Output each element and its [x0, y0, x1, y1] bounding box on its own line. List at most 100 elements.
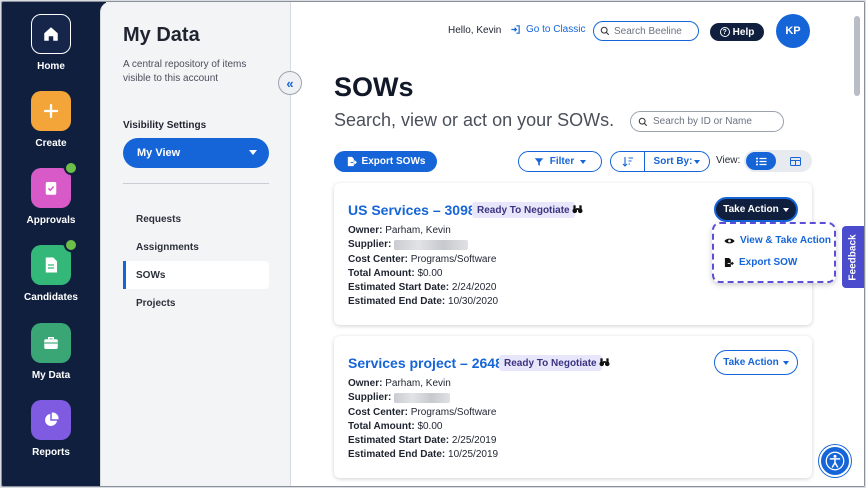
- rail-item-home[interactable]: Home: [2, 14, 100, 72]
- sidebar-item-requests[interactable]: Requests: [123, 205, 269, 233]
- global-search-input[interactable]: [614, 25, 694, 37]
- rail-item-approvals[interactable]: Approvals: [2, 161, 100, 226]
- take-action-label: Take Action: [723, 357, 779, 368]
- supplier-redacted: [394, 392, 451, 403]
- feedback-label: Feedback: [847, 233, 859, 281]
- collapse-sidebar-button[interactable]: «: [278, 71, 302, 95]
- sidebar-description: A central repository of items visible to…: [123, 59, 247, 84]
- sidebar-nav: Requests Assignments SOWs Projects: [123, 205, 269, 317]
- list-view-button[interactable]: [746, 152, 776, 170]
- supplier-label: Supplier:: [348, 392, 392, 404]
- menu-item-view-take-action[interactable]: View & Take Action: [724, 235, 831, 246]
- sort-by-button[interactable]: Sort By:: [645, 152, 709, 171]
- chevron-down-icon: [782, 360, 789, 365]
- sign-in-icon: [511, 25, 520, 34]
- start-date-label: Estimated Start Date:: [348, 282, 450, 294]
- cost-center-value: Programs/Software: [410, 253, 497, 265]
- sidebar-title: My Data: [123, 24, 200, 46]
- binoculars-icon[interactable]: [572, 204, 583, 217]
- rail-item-create[interactable]: Create: [2, 91, 100, 149]
- end-date-value: 10/25/2019: [448, 449, 499, 461]
- sow-card: Services project – 2648 Ready To Negotia…: [334, 336, 812, 478]
- page-title: SOWs: [334, 72, 414, 102]
- briefcase-icon: [31, 323, 71, 363]
- avatar[interactable]: KP: [776, 14, 810, 48]
- export-sows-button[interactable]: Export SOWs: [334, 151, 437, 172]
- rail-label-home: Home: [37, 61, 65, 72]
- sow-details: Owner: Parham, Kevin Supplier: Cost Cent…: [348, 224, 498, 310]
- sidebar-item-sows[interactable]: SOWs: [123, 261, 269, 289]
- visibility-select-value: My View: [137, 147, 181, 159]
- end-date-label: Estimated End Date:: [348, 296, 446, 308]
- export-sows-label: Export SOWs: [361, 156, 426, 167]
- owner-label: Owner:: [348, 225, 383, 236]
- cost-center-label: Cost Center:: [348, 253, 409, 265]
- cost-center-value: Programs/Software: [410, 406, 497, 418]
- sort-controls: Sort By:: [610, 151, 710, 172]
- go-to-classic-link[interactable]: Go to Classic: [510, 24, 585, 35]
- view-toggle: [744, 150, 812, 172]
- document-icon: [31, 238, 78, 285]
- rail-item-candidates[interactable]: Candidates: [2, 238, 100, 303]
- list-icon: [755, 157, 766, 165]
- sort-direction-button[interactable]: [611, 152, 645, 171]
- take-action-button[interactable]: Take Action: [714, 350, 798, 375]
- total-amount-value: $0.00: [417, 267, 443, 279]
- rail-label-create: Create: [35, 138, 67, 149]
- chevron-down-icon: [249, 150, 257, 155]
- table-icon: [789, 156, 801, 166]
- menu-item-export-sow[interactable]: Export SOW: [724, 257, 797, 268]
- sow-search-input[interactable]: [653, 116, 773, 127]
- accessibility-icon: [825, 451, 845, 471]
- sidebar-item-assignments[interactable]: Assignments: [123, 233, 269, 261]
- accessibility-button[interactable]: [819, 445, 851, 477]
- app-window: Home Create Approvals Candidates My Data…: [1, 1, 865, 487]
- start-date-value: 2/25/2019: [451, 435, 497, 447]
- help-button[interactable]: ? Help: [710, 23, 764, 41]
- help-label: Help: [732, 26, 755, 38]
- start-date-value: 2/24/2020: [451, 282, 497, 294]
- rail-label-approvals: Approvals: [26, 215, 76, 226]
- binoculars-icon[interactable]: [599, 357, 610, 370]
- feedback-tab[interactable]: Feedback: [842, 226, 864, 288]
- start-date-label: Estimated Start Date:: [348, 435, 450, 447]
- total-amount-label: Total Amount:: [348, 267, 415, 279]
- grid-view-button[interactable]: [780, 152, 810, 170]
- rail-label-my-data: My Data: [31, 370, 71, 381]
- rail-item-reports[interactable]: Reports: [2, 400, 100, 458]
- greeting: Hello, Kevin: [448, 25, 502, 36]
- home-icon: [31, 14, 71, 54]
- take-action-menu: View & Take Action Export SOW: [712, 222, 836, 283]
- take-action-label: Take Action: [723, 204, 779, 215]
- rail-label-candidates: Candidates: [24, 292, 78, 303]
- scrollbar-thumb[interactable]: [854, 16, 860, 96]
- owner-value: Parham, Kevin: [385, 378, 451, 389]
- plus-icon: [31, 91, 71, 131]
- notification-dot: [64, 161, 78, 175]
- sow-details: Owner: Parham, Kevin Supplier: Cost Cent…: [348, 377, 498, 463]
- filter-icon: [534, 157, 543, 166]
- chevron-down-icon: [782, 207, 789, 212]
- menu-item-label: Export SOW: [739, 257, 798, 268]
- visibility-select[interactable]: My View: [123, 138, 269, 168]
- global-search[interactable]: [593, 21, 699, 41]
- export-file-icon: [347, 156, 357, 167]
- supplier-label: Supplier:: [348, 239, 392, 251]
- filter-label: Filter: [549, 156, 575, 167]
- status-badge: Ready To Negotiate: [499, 355, 602, 371]
- sow-title-link[interactable]: US Services – 3098: [348, 202, 476, 218]
- cost-center-label: Cost Center:: [348, 406, 409, 418]
- rail-label-reports: Reports: [32, 447, 70, 458]
- sort-icon: [622, 157, 633, 167]
- sow-search[interactable]: [630, 111, 784, 132]
- owner-value: Parham, Kevin: [385, 225, 451, 236]
- take-action-button[interactable]: Take Action: [714, 197, 798, 222]
- filter-button[interactable]: Filter: [518, 151, 602, 172]
- pie-chart-icon: [31, 400, 71, 440]
- end-date-label: Estimated End Date:: [348, 449, 446, 461]
- sow-title-link[interactable]: Services project – 2648: [348, 355, 503, 371]
- status-badge: Ready To Negotiate: [472, 202, 575, 218]
- rail-item-my-data[interactable]: My Data: [2, 323, 100, 381]
- sidebar-item-projects[interactable]: Projects: [123, 289, 269, 317]
- owner-label: Owner:: [348, 378, 383, 389]
